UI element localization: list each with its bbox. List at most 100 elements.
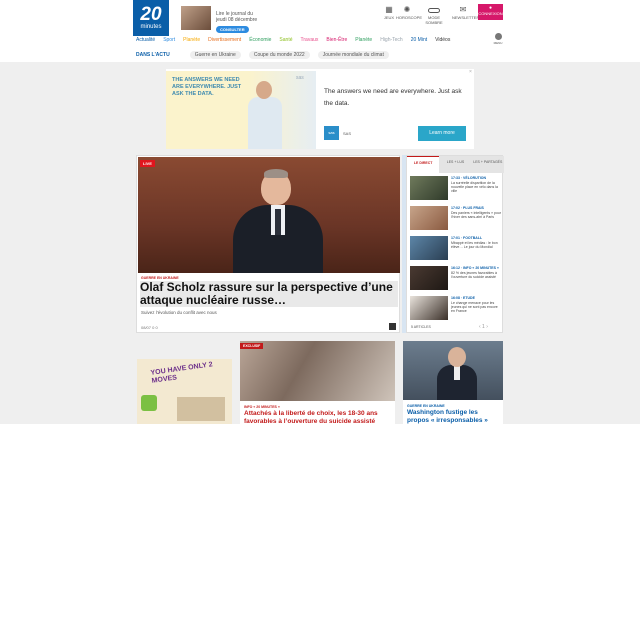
mail-icon: ✉ — [459, 5, 467, 14]
ad-image[interactable]: THE ANSWERS WE NEED ARE EVERYWHERE. JUST… — [166, 71, 316, 149]
game-scene-image — [177, 397, 225, 421]
trending-pill[interactable]: Guerre en Ukraine — [189, 51, 241, 59]
horoscope-link[interactable]: ✺ HOROSCOPE — [396, 5, 422, 21]
login-label: CONNEXION — [478, 11, 503, 16]
item-tag: 17:01 · FOOTBALL — [451, 236, 483, 240]
item-thumbnail — [410, 206, 448, 230]
live-feed-item[interactable]: 16:12 · INFO « 20 MINUTES » 82 % des jeu… — [410, 266, 502, 294]
journal-consult-button[interactable]: CONSULTER — [216, 26, 249, 33]
item-thumbnail — [410, 236, 448, 260]
dark-mode-toggle[interactable]: MODE SOMBRE — [423, 6, 445, 25]
horoscope-icon: ✺ — [403, 5, 411, 14]
main-story-image[interactable]: LIVE — [138, 157, 400, 273]
dark-mode-toggle-icon — [428, 8, 440, 13]
story-card[interactable]: EXCLUSIF INFO « 20 MINUTES » Attachés à … — [240, 341, 395, 426]
nav-item[interactable]: High-Tech — [380, 37, 403, 43]
story-category: INFO « 20 MINUTES » — [244, 405, 280, 409]
site-logo[interactable]: 20 minutes — [133, 0, 169, 36]
game-ad-text: YOU HAVE ONLY 2 MOVES — [150, 361, 214, 385]
story-category: GUERRE EN UKRAINE — [407, 404, 445, 408]
tool-label: JEUX — [383, 15, 395, 20]
nav-item[interactable]: Santé — [279, 37, 292, 43]
story-title[interactable]: Attachés à la liberté de choix, les 18-3… — [244, 410, 392, 426]
tab-most-read[interactable]: LES + LUS — [439, 156, 472, 173]
tool-label: HOROSCOPE — [396, 15, 423, 20]
game-ad-card[interactable]: YOU HAVE ONLY 2 MOVES — [137, 359, 232, 424]
articles-count: 5 ARTICLES — [411, 325, 431, 329]
ad-person-image — [246, 79, 284, 149]
main-nav: Actualité Sport Planète Divertissement É… — [136, 37, 458, 43]
live-feed-panel: LE DIRECT LES + LUS LES + PARTAGÉS 17:33… — [406, 155, 504, 333]
nav-item[interactable]: Bien-Être — [326, 37, 347, 43]
item-tag: 17:02 · PLUS FRAIS — [451, 206, 484, 210]
trending-pill[interactable]: Journée mondiale du climat — [317, 51, 389, 59]
nav-item[interactable]: Planète — [355, 37, 372, 43]
tab-most-shared[interactable]: LES + PARTAGÉS — [471, 156, 504, 173]
nav-item[interactable]: Divertissement — [208, 37, 241, 43]
video-icon[interactable] — [389, 323, 396, 330]
nav-item[interactable]: 20 Mint — [411, 37, 427, 43]
item-text: Le change menace pour les jeunes qui ne … — [451, 301, 498, 313]
item-text: La surréelle disparition de la nouvelle … — [451, 181, 498, 193]
item-thumbnail — [410, 176, 448, 200]
login-button[interactable]: ● CONNEXION — [478, 4, 503, 20]
journal-cover-thumbnail[interactable] — [181, 6, 211, 30]
banner-ad[interactable]: THE ANSWERS WE NEED ARE EVERYWHERE. JUST… — [166, 69, 474, 149]
item-tag: 17:33 · VÉLORUTION — [451, 176, 487, 180]
journal-line-2: jeudi 08 décembre — [216, 17, 258, 23]
item-thumbnail — [410, 266, 448, 290]
sas-logo-icon: sas — [324, 126, 339, 140]
main-story-title[interactable]: Olaf Scholz rassure sur la perspective d… — [140, 281, 398, 307]
logo-word: minutes — [140, 23, 162, 30]
nav-item[interactable]: Planète — [183, 37, 200, 43]
live-feed-item[interactable]: 16:08 · ETUDE Le change menace pour les … — [410, 296, 502, 324]
story-image[interactable] — [240, 341, 395, 401]
story-image[interactable] — [403, 341, 503, 400]
live-badge: LIVE — [140, 160, 155, 167]
logo-number: 20 — [140, 3, 162, 25]
ad-text: The answers we need are everywhere. Just… — [324, 88, 462, 107]
main-story-subtitle: Suivez l’évolution du conflit avec nous — [141, 310, 217, 315]
exclusive-badge: EXCLUSIF — [240, 343, 264, 349]
item-text: Des paniers « intelligents » pour l’hive… — [451, 211, 502, 219]
item-thumbnail — [410, 296, 448, 320]
item-text: Mbappé et les médias : le bon élève… Le … — [451, 241, 498, 249]
nav-item[interactable]: Vidéos — [435, 37, 450, 43]
story-title[interactable]: Washington fustige les propos « irrespon… — [407, 409, 501, 425]
scholz-photo — [233, 167, 323, 273]
menu-button[interactable]: MENU — [492, 33, 504, 45]
item-tag: 16:12 · INFO « 20 MINUTES » — [451, 266, 499, 270]
live-feed-item[interactable]: 17:02 · PLUS FRAIS Des paniers « intelli… — [410, 206, 502, 234]
main-story-card[interactable]: LIVE GUERRE EN UKRAINE Olaf Scholz rassu… — [136, 155, 400, 333]
putin-photo — [437, 345, 477, 400]
story-card[interactable]: GUERRE EN UKRAINE Washington fustige les… — [403, 341, 503, 424]
story-stats: 08/07 0 0 — [141, 325, 158, 330]
ad-brand: SAS — [343, 131, 352, 136]
menu-icon — [494, 33, 502, 40]
nav-item[interactable]: Travaux — [301, 37, 319, 43]
feed-pager[interactable]: ‹ 1 › — [479, 324, 488, 330]
live-feed-item[interactable]: 17:33 · VÉLORUTION La surréelle disparit… — [410, 176, 502, 204]
newsletters-link[interactable]: ✉ NEWSLETTERS — [452, 5, 482, 21]
journal-promo: Lire le journal du jeudi 08 décembre — [216, 11, 276, 23]
menu-label: MENU — [493, 41, 503, 45]
item-text: 82 % des jeunes favorables à l’ouverture… — [451, 271, 497, 279]
item-tag: 16:08 · ETUDE — [451, 296, 475, 300]
game-tile-icon — [141, 395, 157, 411]
nav-item[interactable]: Économie — [249, 37, 271, 43]
ad-brand-small: sas — [296, 75, 304, 81]
tab-direct[interactable]: LE DIRECT — [407, 156, 440, 173]
trending-bar: DANS L'ACTU Guerre en Ukraine Coupe du m… — [136, 51, 397, 59]
ad-close-icon[interactable]: × — [469, 69, 472, 75]
ad-learn-more-button[interactable]: Learn more — [418, 126, 466, 141]
trending-pill[interactable]: Coupe du monde 2022 — [248, 51, 310, 59]
site-header: 20 minutes Lire le journal du jeudi 08 d… — [0, 0, 640, 63]
trending-label: DANS L'ACTU — [136, 52, 170, 58]
tool-label: MODE SOMBRE — [425, 15, 443, 25]
games-icon: ▦ — [385, 5, 393, 14]
nav-item[interactable]: Sport — [163, 37, 175, 43]
ad-headline: THE ANSWERS WE NEED ARE EVERYWHERE. JUST… — [172, 77, 242, 97]
live-feed-tabs: LE DIRECT LES + LUS LES + PARTAGÉS — [407, 156, 504, 173]
nav-item[interactable]: Actualité — [136, 37, 155, 43]
live-feed-item[interactable]: 17:01 · FOOTBALL Mbappé et les médias : … — [410, 236, 502, 264]
